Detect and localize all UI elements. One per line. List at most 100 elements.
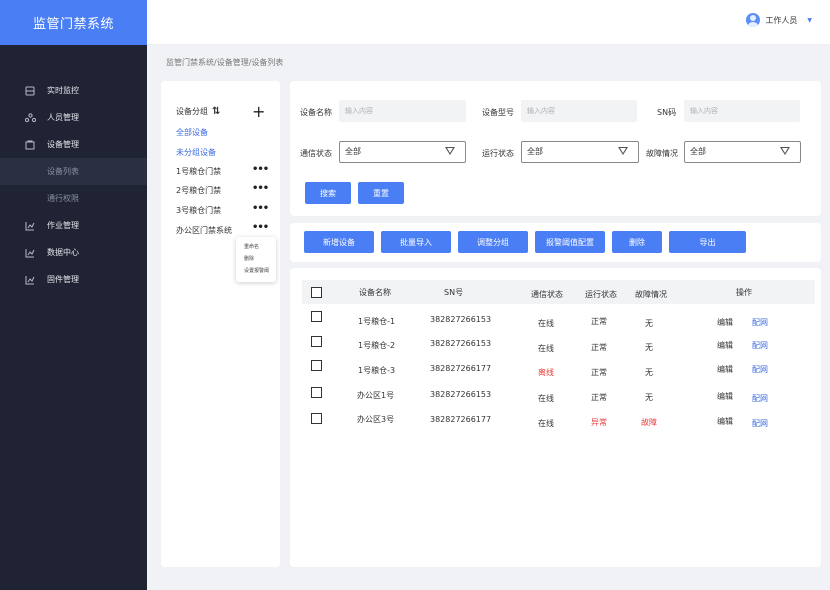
comm-status-cell: 离线 (538, 368, 554, 377)
action-bar: 新增设备 批量导入 调整分组 报警阈值配置 删除 导出 (290, 223, 821, 262)
filter-panel: 设备名称 输入内容 设备型号 输入内容 SN码 输入内容 通信状态 全部 运行状… (290, 81, 821, 216)
edit-link[interactable]: 编辑 (717, 340, 733, 351)
tree-item[interactable]: 3号粮仓门禁 (176, 205, 221, 216)
batch-import-button[interactable]: 批量导入 (381, 231, 451, 253)
sn-cell: 382827266153 (430, 339, 492, 348)
device-name-cell: 办公区3号 (357, 415, 395, 424)
user-menu[interactable]: 工作人员 ▼ (746, 13, 812, 27)
run-status-cell: 正常 (591, 368, 607, 377)
tree-item-ungrouped[interactable]: 未分组设备 (176, 147, 216, 158)
column-header: 运行状态 (585, 290, 617, 299)
column-header: 设备名称 (359, 288, 391, 297)
triangle-down-icon (445, 147, 455, 155)
sidebar-item-label: 设备列表 (47, 167, 79, 176)
row-checkbox[interactable] (311, 336, 322, 347)
user-name: 工作人员 (765, 15, 798, 25)
comm-status-cell: 在线 (538, 419, 554, 428)
chart-icon (23, 248, 37, 258)
breadcrumb: 监管门禁系统/设备管理/设备列表 (166, 58, 284, 67)
sn-cell: 382827266153 (430, 390, 492, 399)
context-menu-delete[interactable]: 删除 (244, 253, 276, 265)
run-status-label: 运行状态 (482, 149, 514, 158)
delete-button[interactable]: 删除 (612, 231, 662, 253)
fault-cell: 无 (645, 393, 653, 402)
sidebar-item-data-center[interactable]: 数据中心 (0, 239, 147, 266)
tree-item-all[interactable]: 全部设备 (176, 127, 208, 138)
fault-value: 全部 (690, 147, 706, 156)
tree-item[interactable]: 办公区门禁系统 (176, 225, 232, 236)
comm-status-cell: 在线 (538, 319, 554, 328)
comm-status-value: 全部 (345, 147, 361, 156)
add-device-button[interactable]: 新增设备 (304, 231, 374, 253)
edit-link[interactable]: 编辑 (717, 416, 733, 427)
sidebar-item-personnel[interactable]: 人员管理 (0, 104, 147, 131)
context-menu-rename[interactable]: 重命名 (244, 241, 276, 253)
reset-button[interactable]: 重置 (358, 182, 404, 204)
comm-status-cell: 在线 (538, 344, 554, 353)
network-config-link[interactable]: 配网 (752, 418, 768, 429)
select-all-checkbox[interactable] (311, 287, 322, 298)
sidebar-item-device-list[interactable]: 设备列表 (0, 158, 147, 185)
sn-input[interactable]: 输入内容 (684, 100, 800, 122)
network-config-link[interactable]: 配网 (752, 393, 768, 404)
device-name-input[interactable]: 输入内容 (339, 100, 466, 122)
row-checkbox[interactable] (311, 387, 322, 398)
sidebar: 监管门禁系统 实时监控 人员管理 设备管理 设备列表 通行权限 作业管理 数据中… (0, 0, 147, 590)
comm-status-select[interactable]: 全部 (339, 141, 466, 163)
device-table: 设备名称 SN号 通信状态 运行状态 故障情况 操作 1号粮仓-1 382827… (290, 268, 821, 567)
search-button[interactable]: 搜索 (305, 182, 351, 204)
edit-link[interactable]: 编辑 (717, 364, 733, 375)
more-icon[interactable]: ••• (252, 164, 269, 175)
fault-cell: 故障 (641, 418, 657, 427)
sidebar-item-access-permission[interactable]: 通行权限 (0, 185, 147, 212)
chart-icon (23, 275, 37, 285)
sidebar-item-label: 人员管理 (47, 113, 79, 122)
sidebar-item-label: 实时监控 (47, 86, 79, 95)
group-tree-panel: 设备分组 ⇅ + 全部设备 未分组设备 1号粮仓门禁 ••• 2号粮仓门禁 ••… (161, 81, 280, 567)
run-status-cell: 异常 (591, 418, 607, 427)
sidebar-item-device-management[interactable]: 设备管理 (0, 131, 147, 158)
sidebar-item-realtime-monitor[interactable]: 实时监控 (0, 77, 147, 104)
sidebar-item-job-management[interactable]: 作业管理 (0, 212, 147, 239)
sn-cell: 382827266153 (430, 315, 492, 324)
edit-link[interactable]: 编辑 (717, 317, 733, 328)
adjust-group-button[interactable]: 调整分组 (458, 231, 528, 253)
tree-item[interactable]: 1号粮仓门禁 (176, 166, 221, 177)
more-icon[interactable]: ••• (252, 222, 269, 233)
more-icon[interactable]: ••• (252, 183, 269, 194)
edit-link[interactable]: 编辑 (717, 391, 733, 402)
more-icon[interactable]: ••• (252, 203, 269, 214)
sidebar-item-firmware[interactable]: 固件管理 (0, 266, 147, 293)
run-status-select[interactable]: 全部 (521, 141, 639, 163)
fault-cell: 无 (645, 368, 653, 377)
run-status-cell: 正常 (591, 393, 607, 402)
device-model-label: 设备型号 (482, 108, 514, 117)
network-config-link[interactable]: 配网 (752, 317, 768, 328)
column-header: 操作 (736, 288, 752, 297)
fault-select[interactable]: 全部 (684, 141, 801, 163)
monitor-icon (23, 86, 37, 96)
tree-item[interactable]: 2号粮仓门禁 (176, 185, 221, 196)
device-icon (23, 140, 37, 150)
comm-status-label: 通信状态 (300, 149, 332, 158)
network-config-link[interactable]: 配网 (752, 364, 768, 375)
device-model-input[interactable]: 输入内容 (521, 100, 637, 122)
sidebar-item-label: 固件管理 (47, 275, 79, 284)
device-name-cell: 1号粮仓-1 (358, 317, 396, 326)
app-title: 监管门禁系统 (0, 0, 147, 45)
context-menu-alarm-threshold[interactable]: 设置报警阈 (244, 265, 276, 277)
export-button[interactable]: 导出 (669, 231, 746, 253)
device-name-label: 设备名称 (300, 108, 332, 117)
run-status-cell: 正常 (591, 317, 607, 326)
sort-icon[interactable]: ⇅ (212, 106, 220, 117)
row-checkbox[interactable] (311, 311, 322, 322)
network-config-link[interactable]: 配网 (752, 340, 768, 351)
fault-label: 故障情况 (646, 149, 678, 158)
column-header: 通信状态 (531, 290, 563, 299)
alarm-threshold-button[interactable]: 报警阈值配置 (535, 231, 605, 253)
device-name-cell: 办公区1号 (357, 391, 395, 400)
run-status-value: 全部 (527, 147, 543, 156)
row-checkbox[interactable] (311, 360, 322, 371)
add-group-button[interactable]: + (252, 102, 265, 121)
row-checkbox[interactable] (311, 413, 322, 424)
